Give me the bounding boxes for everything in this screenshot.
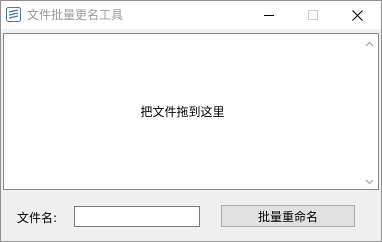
scroll-down-button[interactable] [361, 172, 378, 189]
maximize-icon [308, 10, 318, 20]
drop-hint-text: 把文件拖到这里 [140, 105, 225, 119]
close-button[interactable] [335, 1, 379, 29]
title-bar[interactable]: 文件批量更名工具 [1, 1, 381, 29]
filename-input[interactable] [74, 206, 200, 227]
minimize-button[interactable] [247, 1, 291, 29]
chevron-up-icon [365, 36, 374, 50]
app-logo-icon [6, 7, 21, 22]
chevron-down-icon [365, 174, 374, 188]
maximize-button[interactable] [291, 1, 335, 29]
minimize-icon [264, 10, 274, 20]
vertical-scrollbar[interactable] [361, 34, 378, 189]
app-window: 文件批量更名工具 把文件拖到这里 文件名: 批量重命名 [0, 0, 382, 242]
window-title: 文件批量更名工具 [27, 8, 124, 22]
filename-label: 文件名: [17, 211, 58, 225]
file-drop-area[interactable]: 把文件拖到这里 [3, 33, 379, 190]
close-icon [351, 9, 363, 21]
scroll-up-button[interactable] [361, 34, 378, 51]
batch-rename-button[interactable]: 批量重命名 [221, 205, 355, 227]
